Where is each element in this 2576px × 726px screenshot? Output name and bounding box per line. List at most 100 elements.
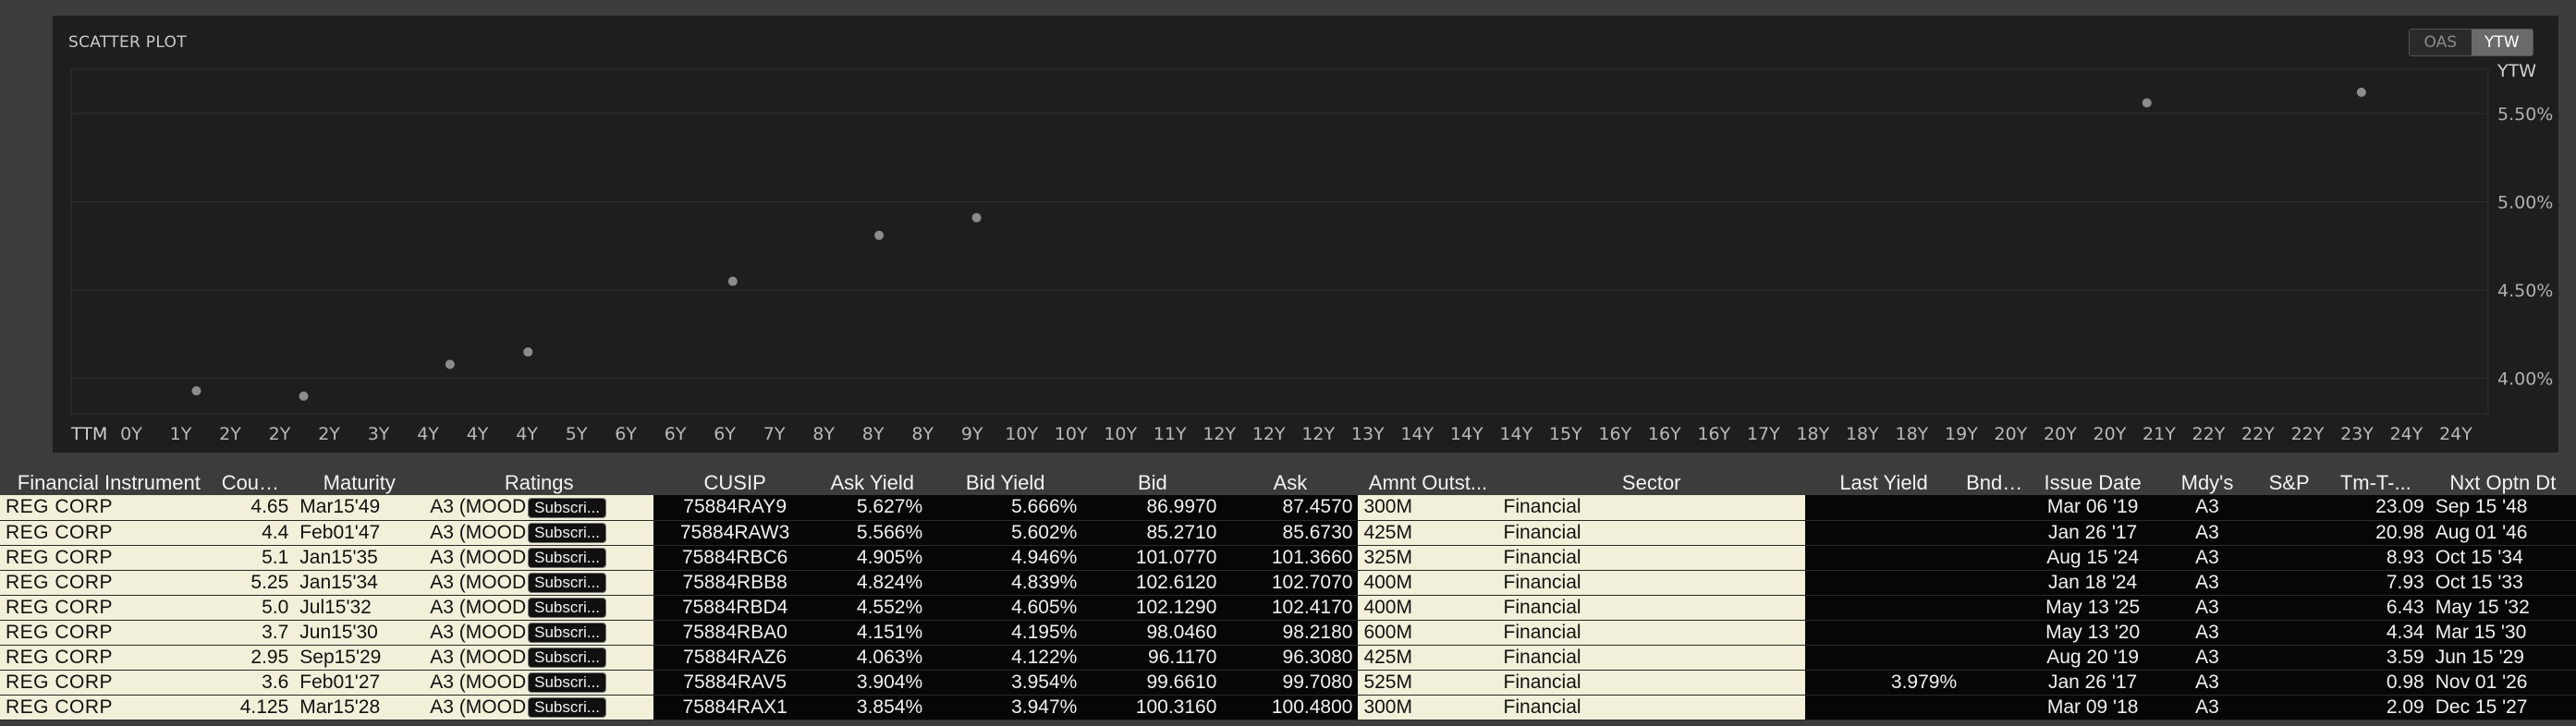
cell-sector: Financial xyxy=(1497,570,1805,596)
col-financial-instrument[interactable]: Financial Instrument xyxy=(0,471,218,495)
col-time-to-maturity[interactable]: Tm-T-... xyxy=(2321,471,2430,495)
subscribe-button[interactable]: Subscri... xyxy=(528,547,606,568)
cell-ask: 99.7080 xyxy=(1222,670,1359,696)
cell-time-to-maturity: 23.09 xyxy=(2321,495,2430,521)
col-coupon[interactable]: Coupon xyxy=(217,471,295,495)
cell-instrument: REG CORP xyxy=(0,645,218,671)
col-sp[interactable]: S&P xyxy=(2256,471,2322,495)
cell-bid-yield: 4.946% xyxy=(928,545,1083,571)
cell-ask-yield: 5.627% xyxy=(816,495,929,521)
col-sector[interactable]: Sector xyxy=(1497,471,1805,495)
table-row[interactable]: REG CORP 5.0 Jul15'32 A3 (MOOD Subscri... 758… xyxy=(0,595,2576,621)
table-row[interactable]: REG CORP 2.95 Sep15'29 A3 (MOOD Subscri... 75… xyxy=(0,645,2576,671)
col-bid[interactable]: Bid xyxy=(1082,471,1223,495)
scatter-plot-panel: SCATTER PLOT OAS YTW 4.00% 4.50% 5.00% 5.50… xyxy=(53,16,2558,453)
cell-sector: Financial xyxy=(1497,495,1805,521)
x-tick-label: 7Y xyxy=(763,424,786,444)
col-issue-date[interactable]: Issue Date xyxy=(2027,471,2158,495)
table-row[interactable]: REG CORP 4.4 Feb01'47 A3 (MOOD Subscri... 758… xyxy=(0,520,2576,546)
cell-moodys: A3 xyxy=(2157,570,2257,596)
col-bnd[interactable]: Bnd ... xyxy=(1962,471,2028,495)
cell-maturity: Jan15'35 xyxy=(294,545,425,571)
col-maturity[interactable]: Maturity xyxy=(294,471,425,495)
cell-maturity: Mar15'49 xyxy=(294,495,425,521)
col-amount-outstanding[interactable]: Amnt Outst... xyxy=(1358,471,1498,495)
table-row[interactable]: REG CORP 5.25 Jan15'34 A3 (MOOD Subscri... 75… xyxy=(0,570,2576,596)
subscribe-button[interactable]: Subscri... xyxy=(528,622,606,643)
cell-next-option-date: Nov 01 '26 xyxy=(2429,670,2576,696)
subscribe-button[interactable]: Subscri... xyxy=(528,647,606,668)
cell-issue-date: May 13 '25 xyxy=(2027,595,2158,621)
cell-coupon: 3.6 xyxy=(217,670,295,696)
col-ratings[interactable]: Ratings xyxy=(424,471,654,495)
y-tick-label: 5.50% xyxy=(2497,104,2553,125)
col-ask-yield[interactable]: Ask Yield xyxy=(816,471,929,495)
subscribe-button[interactable]: Subscri... xyxy=(528,597,606,618)
cell-maturity: Feb01'27 xyxy=(294,670,425,696)
x-tick-label: 4Y xyxy=(467,424,489,444)
table-row[interactable]: REG CORP 4.125 Mar15'28 A3 (MOOD Subscri... 7… xyxy=(0,695,2576,720)
y-axis-label: YTW xyxy=(2497,61,2536,81)
cell-sp xyxy=(2256,495,2322,521)
x-tick-label: 8Y xyxy=(911,424,934,444)
x-tick-label: 12Y xyxy=(1203,424,1236,444)
x-tick-label: 15Y xyxy=(1549,424,1582,444)
cell-bnd xyxy=(1962,495,2028,521)
cell-amount-outstanding: 425M xyxy=(1358,520,1498,546)
cell-bnd xyxy=(1962,620,2028,646)
cell-moodys: A3 xyxy=(2157,620,2257,646)
table-row[interactable]: REG CORP 4.65 Mar15'49 A3 (MOOD Subscri... 75… xyxy=(0,495,2576,521)
cell-next-option-date: May 15 '32 xyxy=(2429,595,2576,621)
data-point xyxy=(299,391,309,401)
cell-rating: A3 (MOOD Subscri... xyxy=(424,595,654,621)
col-next-option-date[interactable]: Nxt Optn Dt xyxy=(2429,471,2576,495)
col-last-yield[interactable]: Last Yield xyxy=(1804,471,1963,495)
x-tick-label: 20Y xyxy=(2094,424,2127,444)
x-tick-label: 21Y xyxy=(2143,424,2176,444)
subscribe-button[interactable]: Subscri... xyxy=(528,497,606,518)
cell-rating: A3 (MOOD Subscri... xyxy=(424,495,654,521)
cell-maturity: Mar15'28 xyxy=(294,695,425,720)
cell-maturity: Jun15'30 xyxy=(294,620,425,646)
table-row[interactable]: REG CORP 3.7 Jun15'30 A3 (MOOD Subscri... 758… xyxy=(0,620,2576,646)
x-tick-label: 18Y xyxy=(1846,424,1879,444)
x-tick-label: 11Y xyxy=(1154,424,1187,444)
cell-issue-date: Mar 06 '19 xyxy=(2027,495,2158,521)
subscribe-button[interactable]: Subscri... xyxy=(528,572,606,593)
col-cusip[interactable]: CUSIP xyxy=(653,471,817,495)
subscribe-button[interactable]: Subscri... xyxy=(528,672,606,693)
cell-time-to-maturity: 7.93 xyxy=(2321,570,2430,596)
cell-instrument: REG CORP xyxy=(0,670,218,696)
cell-issue-date: Jan 18 '24 xyxy=(2027,570,2158,596)
subscribe-button[interactable]: Subscri... xyxy=(528,696,606,718)
cell-rating: A3 (MOOD Subscri... xyxy=(424,570,654,596)
table-row[interactable]: REG CORP 5.1 Jan15'35 A3 (MOOD Subscri... 758… xyxy=(0,545,2576,571)
cell-time-to-maturity: 3.59 xyxy=(2321,645,2430,671)
cell-sector: Financial xyxy=(1497,670,1805,696)
col-moodys[interactable]: Mdy's xyxy=(2157,471,2257,495)
col-bid-yield[interactable]: Bid Yield xyxy=(928,471,1083,495)
cell-time-to-maturity: 8.93 xyxy=(2321,545,2430,571)
rating-text: A3 (MOOD xyxy=(430,521,527,543)
cell-amount-outstanding: 400M xyxy=(1358,570,1498,596)
table-row[interactable]: REG CORP 3.6 Feb01'27 A3 (MOOD Subscri... 758… xyxy=(0,670,2576,696)
cell-ask: 87.4570 xyxy=(1222,495,1359,521)
cell-bnd xyxy=(1962,595,2028,621)
cell-instrument: REG CORP xyxy=(0,620,218,646)
cell-last-yield xyxy=(1804,695,1963,720)
col-ask[interactable]: Ask xyxy=(1222,471,1359,495)
data-point xyxy=(191,386,201,396)
cell-amount-outstanding: 325M xyxy=(1358,545,1498,571)
cell-moodys: A3 xyxy=(2157,520,2257,546)
cell-next-option-date: Mar 15 '30 xyxy=(2429,620,2576,646)
x-tick-label: 4Y xyxy=(516,424,538,444)
x-tick-label: 4Y xyxy=(417,424,439,444)
cell-ask-yield: 4.063% xyxy=(816,645,929,671)
cell-next-option-date: Oct 15 '34 xyxy=(2429,545,2576,571)
cell-next-option-date: Dec 15 '27 xyxy=(2429,695,2576,720)
cell-coupon: 2.95 xyxy=(217,645,295,671)
subscribe-button[interactable]: Subscri... xyxy=(528,522,606,543)
cell-amount-outstanding: 525M xyxy=(1358,670,1498,696)
cell-sp xyxy=(2256,520,2322,546)
x-tick-label: 6Y xyxy=(615,424,637,444)
